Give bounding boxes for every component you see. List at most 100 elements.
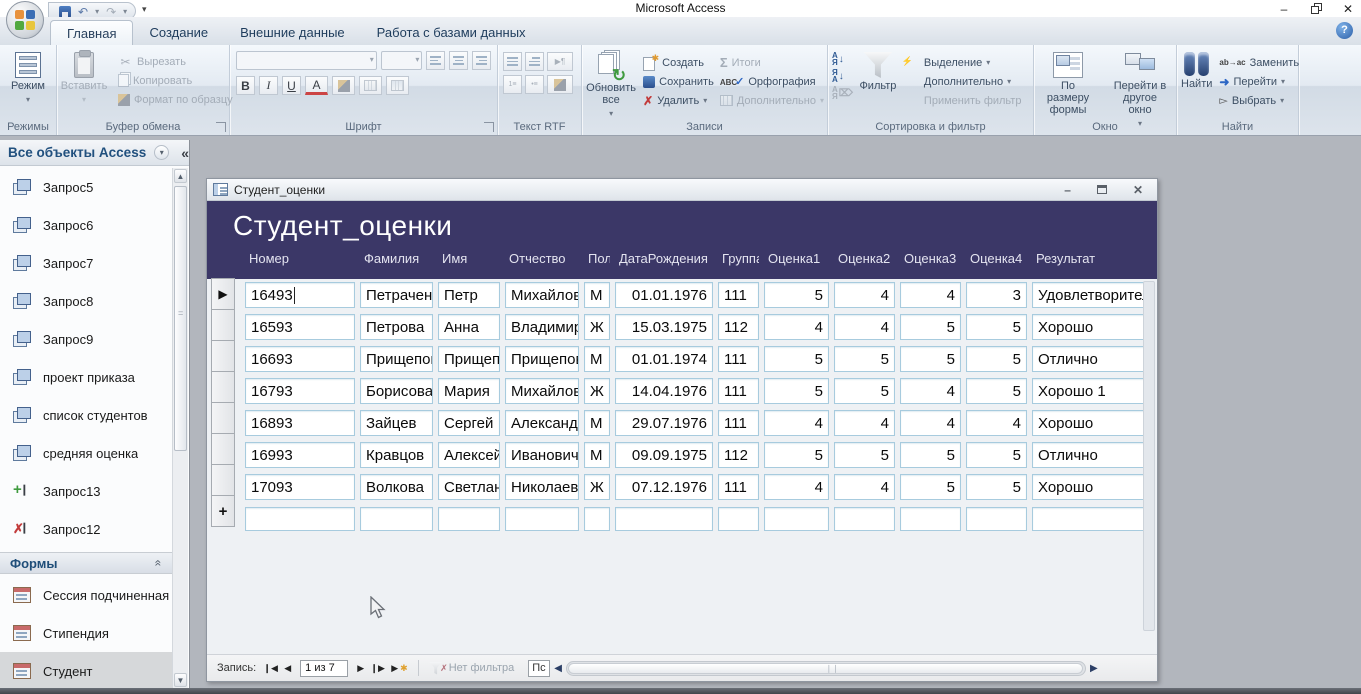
cell-Оценка3[interactable]: 5 xyxy=(900,314,961,340)
cell-Оценка1[interactable]: 5 xyxy=(764,282,829,308)
cell-Отчество[interactable]: Михайлов xyxy=(505,282,579,308)
scrollbar-thumb[interactable] xyxy=(174,186,187,451)
save-record-button[interactable]: Сохранить xyxy=(640,72,717,91)
cell-Результат[interactable]: Удовлетворительно xyxy=(1032,282,1150,308)
select-button[interactable]: ▻Выбрать▾ xyxy=(1216,91,1302,110)
hscroll-left-icon[interactable]: ◀ xyxy=(554,663,562,674)
app-restore-icon[interactable] xyxy=(1309,2,1323,16)
cell-Номер[interactable]: 16893 xyxy=(245,410,355,436)
cell-Оценка1[interactable]: 4 xyxy=(764,410,829,436)
font-size-select[interactable] xyxy=(381,51,423,70)
app-minimize-icon[interactable]: – xyxy=(1277,2,1291,16)
cell-Отчество[interactable]: Михайлов xyxy=(505,378,579,404)
cell-Имя[interactable]: Мария xyxy=(438,378,500,404)
cell-ДатаРождения[interactable]: 07.12.1976 xyxy=(615,474,713,500)
cell-Группа[interactable]: 112 xyxy=(718,314,759,340)
sidebar-item[interactable]: Стипендия xyxy=(0,614,172,652)
cell-Группа[interactable]: 111 xyxy=(718,378,759,404)
horizontal-scrollbar[interactable] xyxy=(566,661,1086,676)
empty-cell-Оценка4[interactable] xyxy=(966,507,1027,531)
gridlines-icon[interactable] xyxy=(359,76,382,95)
cell-Пол[interactable]: М xyxy=(584,410,610,436)
cell-Оценка3[interactable]: 5 xyxy=(900,474,961,500)
cell-Фамилия[interactable]: Кравцов xyxy=(360,442,433,468)
cell-Номер[interactable]: 16493 xyxy=(245,282,355,308)
cell-ДатаРождения[interactable]: 09.09.1975 xyxy=(615,442,713,468)
bullets-icon[interactable]: •≡ xyxy=(525,75,544,94)
cell-ДатаРождения[interactable]: 15.03.1975 xyxy=(615,314,713,340)
goto-button[interactable]: ➜Перейти▾ xyxy=(1216,72,1302,91)
empty-cell-Отчество[interactable] xyxy=(505,507,579,531)
sidebar-item[interactable]: Сессия подчиненная фо... xyxy=(0,576,172,614)
cell-Оценка4[interactable]: 3 xyxy=(966,282,1027,308)
cell-Имя[interactable]: Светлана xyxy=(438,474,500,500)
cell-Отчество[interactable]: Александр xyxy=(505,410,579,436)
sidebar-item[interactable]: Запрос7 xyxy=(0,244,172,282)
scroll-down-icon[interactable]: ▼ xyxy=(174,673,187,687)
cell-Оценка2[interactable]: 4 xyxy=(834,282,895,308)
collapse-pane-icon[interactable]: « xyxy=(181,145,189,161)
cell-Результат[interactable]: Хорошо xyxy=(1032,410,1150,436)
cell-Номер[interactable]: 16593 xyxy=(245,314,355,340)
cell-Имя[interactable]: Сергей xyxy=(438,410,500,436)
navigation-pane-menu-icon[interactable]: ▾ xyxy=(154,145,169,160)
cell-Номер[interactable]: 16693 xyxy=(245,346,355,372)
alternate-fill-icon[interactable] xyxy=(386,76,409,95)
sidebar-item[interactable]: Запрос13 xyxy=(0,472,172,510)
dialog-launcher-icon[interactable] xyxy=(484,122,494,132)
record-position-box[interactable]: 1 из 7 xyxy=(300,660,348,677)
totals-button[interactable]: ΣИтоги xyxy=(717,53,827,72)
hscroll-right-icon[interactable]: ▶ xyxy=(1090,663,1098,674)
cell-Пол[interactable]: М xyxy=(584,346,610,372)
cell-ДатаРождения[interactable]: 29.07.1976 xyxy=(615,410,713,436)
indent-increase-icon[interactable] xyxy=(525,52,544,71)
app-close-icon[interactable]: ✕ xyxy=(1341,2,1355,16)
cell-Оценка1[interactable]: 5 xyxy=(764,378,829,404)
sidebar-item[interactable]: Запрос6 xyxy=(0,206,172,244)
numbering-icon[interactable]: 1≡ xyxy=(503,75,522,94)
sidebar-item[interactable]: средняя оценка xyxy=(0,434,172,472)
cell-Фамилия[interactable]: Петраченк xyxy=(360,282,433,308)
form-maximize-icon[interactable] xyxy=(1097,183,1107,197)
selection-button[interactable]: ⚡Выделение▾ xyxy=(901,53,1025,72)
sort-descending-icon[interactable]: ЯА↓ xyxy=(832,69,853,83)
tab-vneshnie-dannye[interactable]: Внешние данные xyxy=(224,20,361,45)
bold-button[interactable]: B xyxy=(236,76,255,95)
search-input[interactable]: Пс xyxy=(528,660,550,677)
first-record-icon[interactable]: ◀ xyxy=(262,663,279,674)
help-icon[interactable]: ? xyxy=(1336,22,1353,39)
align-center-icon[interactable] xyxy=(449,51,468,70)
cell-Оценка3[interactable]: 4 xyxy=(900,378,961,404)
cell-Оценка2[interactable]: 5 xyxy=(834,442,895,468)
cell-Имя[interactable]: Петр xyxy=(438,282,500,308)
empty-cell-Оценка3[interactable] xyxy=(900,507,961,531)
cell-Результат[interactable]: Хорошо xyxy=(1032,314,1150,340)
qat-customize-icon[interactable]: ▾ xyxy=(142,4,147,15)
cell-ДатаРождения[interactable]: 14.04.1976 xyxy=(615,378,713,404)
form-close-icon[interactable]: ✕ xyxy=(1133,183,1143,197)
hscroll-thumb[interactable] xyxy=(568,663,1083,674)
cell-Результат[interactable]: Хорошо 1 xyxy=(1032,378,1150,404)
form-window-titlebar[interactable]: Студент_оценки – ✕ xyxy=(207,179,1157,201)
font-name-select[interactable] xyxy=(236,51,377,70)
cell-Отчество[interactable]: Николаевн xyxy=(505,474,579,500)
indent-decrease-icon[interactable] xyxy=(503,52,522,71)
highlight-icon[interactable] xyxy=(547,75,573,94)
more-records-button[interactable]: Дополнительно▾ xyxy=(717,91,827,110)
cell-Оценка2[interactable]: 5 xyxy=(834,378,895,404)
empty-cell-Пол[interactable] xyxy=(584,507,610,531)
toggle-filter-button[interactable]: Применить фильтр xyxy=(901,91,1025,110)
next-record-icon[interactable]: ▶ xyxy=(352,663,369,674)
cell-Оценка1[interactable]: 5 xyxy=(764,442,829,468)
cell-Фамилия[interactable]: Зайцев xyxy=(360,410,433,436)
cell-Номер[interactable]: 16793 xyxy=(245,378,355,404)
cell-Группа[interactable]: 111 xyxy=(718,346,759,372)
cell-Фамилия[interactable]: Петрова xyxy=(360,314,433,340)
new-record-icon[interactable]: ▶ xyxy=(386,663,403,674)
navigation-pane-header[interactable]: Все объекты Access ▾ « xyxy=(0,140,189,166)
sidebar-item[interactable]: список студентов xyxy=(0,396,172,434)
cell-Группа[interactable]: 111 xyxy=(718,282,759,308)
cell-Результат[interactable]: Отлично xyxy=(1032,442,1150,468)
cell-Оценка2[interactable]: 4 xyxy=(834,410,895,436)
empty-cell-Группа[interactable] xyxy=(718,507,759,531)
